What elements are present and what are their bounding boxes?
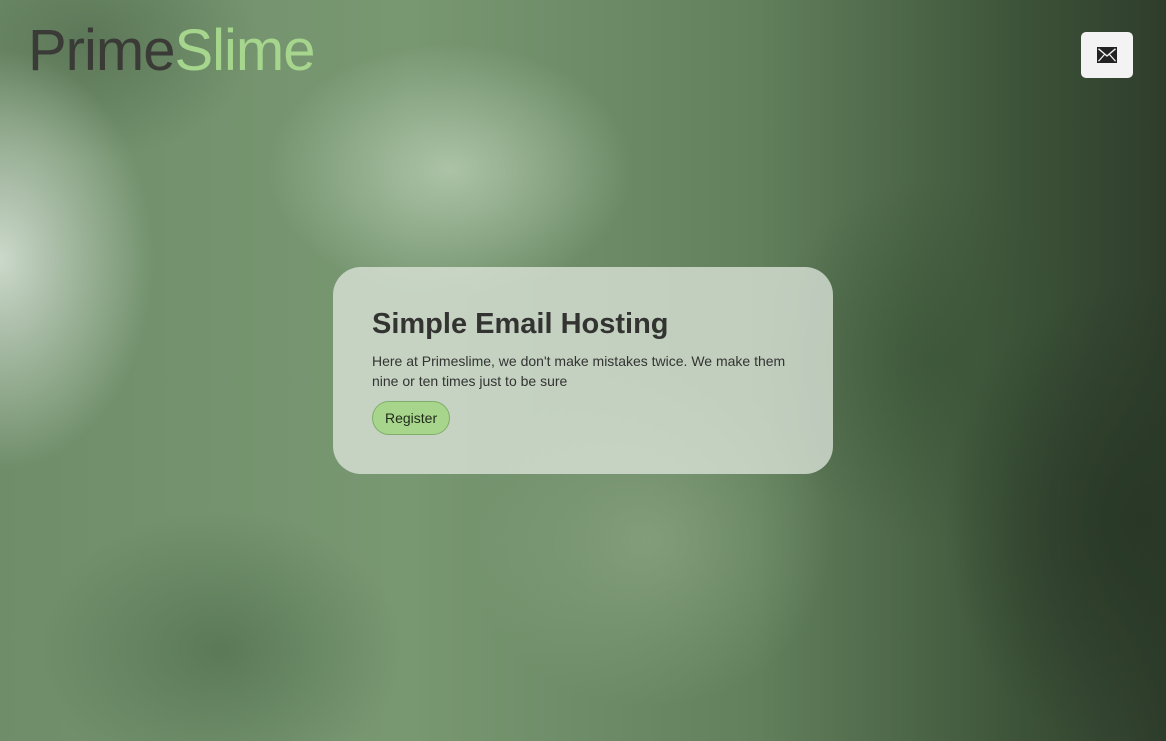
logo-prime-text: Prime — [28, 18, 175, 83]
hero-card: Simple Email Hosting Here at Primeslime,… — [333, 267, 833, 474]
envelope-icon — [1097, 47, 1117, 63]
site-logo[interactable]: PrimeSlime — [28, 18, 316, 84]
hero-description: Here at Primeslime, we don't make mistak… — [372, 353, 786, 389]
hero-title: Simple Email Hosting — [372, 308, 669, 340]
mail-button[interactable] — [1081, 32, 1133, 78]
logo-slime-text: Slime — [174, 18, 315, 83]
register-button[interactable]: Register — [372, 401, 451, 435]
site-header: PrimeSlime — [0, 0, 1166, 110]
